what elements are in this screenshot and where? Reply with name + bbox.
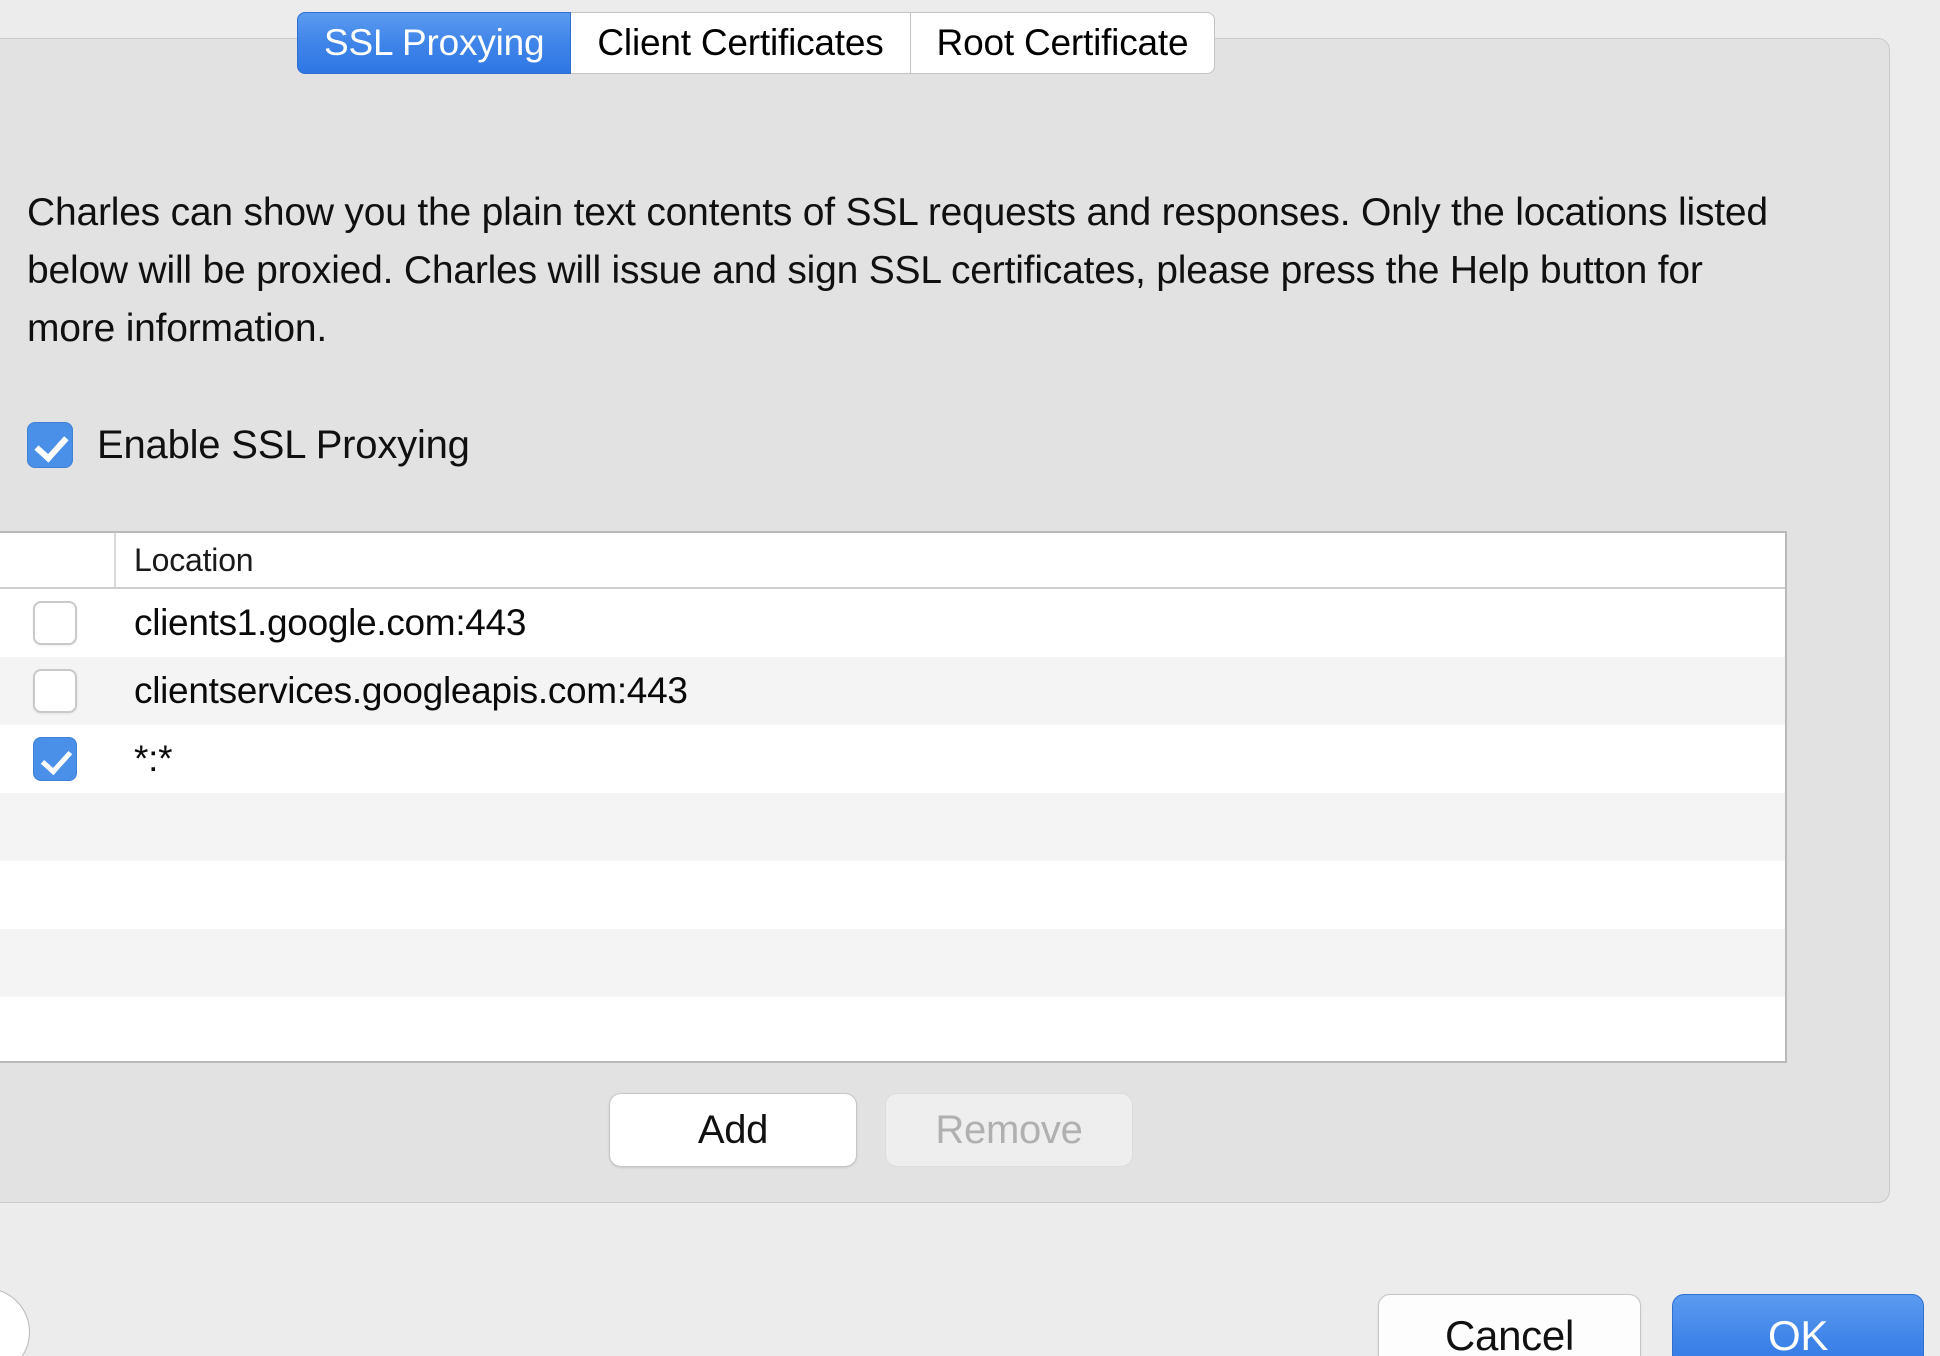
table-header-checkbox-column (0, 533, 116, 587)
table-empty-row[interactable] (0, 861, 1785, 929)
enable-ssl-proxying-row[interactable]: Enable SSL Proxying (27, 419, 470, 471)
tab-ssl-proxying[interactable]: SSL Proxying (297, 12, 572, 74)
description-text: Charles can show you the plain text cont… (27, 191, 1768, 350)
ssl-proxying-settings-dialog: Charles can show you the plain text cont… (0, 0, 1940, 1356)
table-empty-row[interactable] (0, 793, 1785, 861)
table-body: clients1.google.com:443 clientservices.g… (0, 589, 1785, 1061)
dialog-bottom-bar (0, 1203, 1940, 1356)
table-empty-row[interactable] (0, 929, 1785, 997)
tab-bar: SSL Proxying Client Certificates Root Ce… (297, 12, 1216, 74)
tab-root-certificate[interactable]: Root Certificate (910, 12, 1216, 74)
cancel-button[interactable]: Cancel (1378, 1294, 1641, 1356)
tab-content-panel: Charles can show you the plain text cont… (0, 38, 1890, 1203)
row-location-label: clients1.google.com:443 (134, 602, 527, 643)
table-row[interactable]: clients1.google.com:443 (0, 589, 1785, 657)
row-location-label: clientservices.googleapis.com:443 (134, 670, 688, 711)
row-checkbox[interactable] (33, 601, 77, 645)
table-header-location[interactable]: Location (116, 542, 1785, 579)
locations-table[interactable]: Location clients1.google.com:443 clients… (0, 531, 1787, 1063)
row-checkbox[interactable] (33, 669, 77, 713)
row-checkbox[interactable] (33, 737, 77, 781)
ok-button[interactable]: OK (1672, 1294, 1924, 1356)
table-header-row: Location (0, 533, 1785, 589)
remove-button: Remove (885, 1093, 1133, 1167)
tab-client-certificates[interactable]: Client Certificates (571, 12, 911, 74)
row-checkbox-cell[interactable] (0, 737, 116, 781)
table-row[interactable]: clientservices.googleapis.com:443 (0, 657, 1785, 725)
enable-ssl-proxying-checkbox[interactable] (27, 422, 73, 468)
row-location-label: *:* (134, 738, 173, 779)
table-row[interactable]: *:* (0, 725, 1785, 793)
list-action-buttons: Add Remove (609, 1093, 1133, 1167)
add-button[interactable]: Add (609, 1093, 857, 1167)
row-checkbox-cell[interactable] (0, 601, 116, 645)
enable-ssl-proxying-label: Enable SSL Proxying (97, 422, 470, 467)
table-empty-row[interactable] (0, 997, 1785, 1061)
row-checkbox-cell[interactable] (0, 669, 116, 713)
